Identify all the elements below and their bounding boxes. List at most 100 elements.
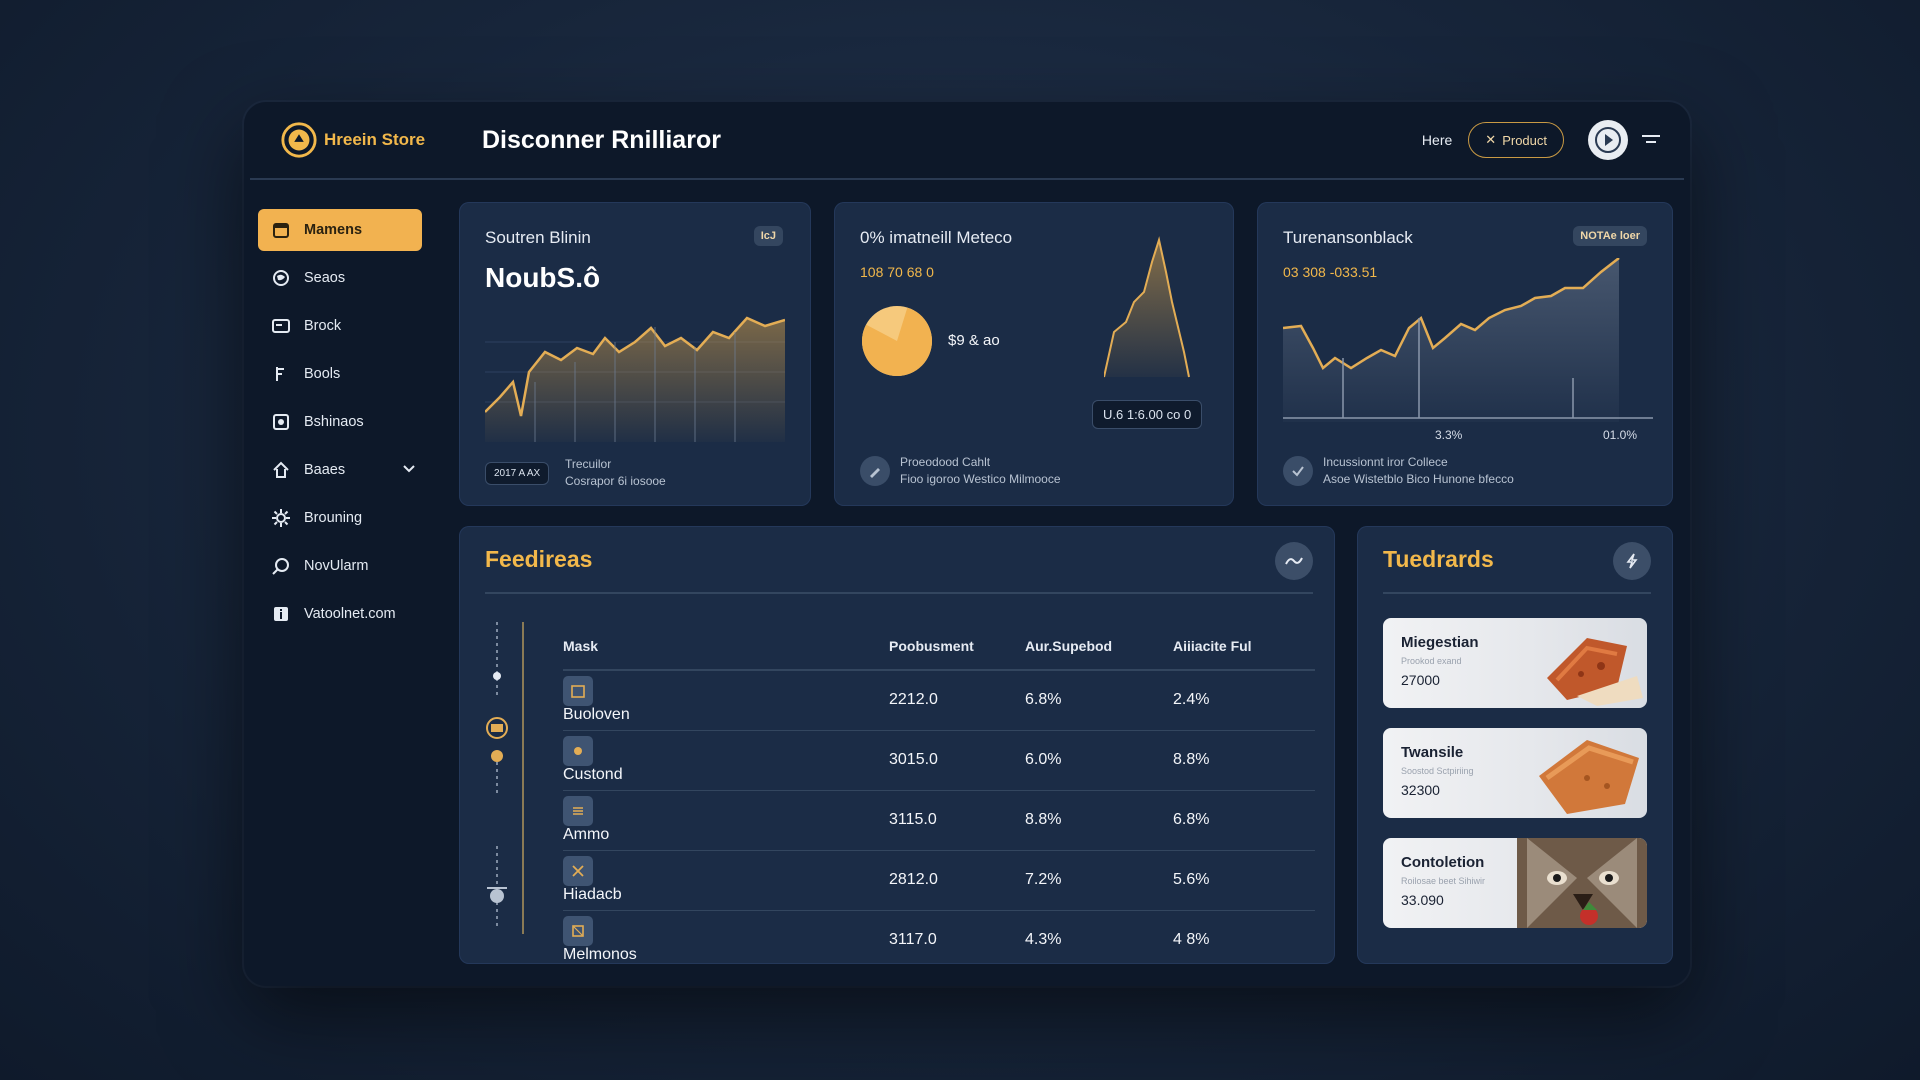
card-title: Soutren Blinin	[485, 228, 591, 247]
here-link[interactable]: Here	[1422, 132, 1452, 148]
card-icon	[270, 315, 292, 337]
peak-chart	[1104, 236, 1190, 378]
column-header[interactable]: Aiiiacite Ful	[1173, 622, 1315, 671]
sidebar-item-brouning[interactable]: Brouning	[258, 497, 422, 539]
trend-price: 27000	[1401, 672, 1440, 688]
globe-icon	[270, 267, 292, 289]
x-axis-label: 01.0%	[1603, 428, 1638, 442]
column-header[interactable]: Poobusment	[889, 622, 1025, 671]
sidebar-item-label: Vatoolnet.com	[304, 606, 396, 622]
close-icon: ✕	[1485, 132, 1497, 147]
card-footer: Trecuilor Cosrapor 6i iosooe	[565, 456, 666, 490]
camera-icon	[270, 411, 292, 433]
play-circle-icon	[1595, 127, 1621, 153]
animal-image	[1517, 838, 1647, 928]
trend-item[interactable]: Twansile Soostod Sctpiriing 32300	[1383, 728, 1647, 818]
row-value: 7.2%	[1025, 850, 1173, 911]
sidebar-item-vatoolnet[interactable]: Vatoolnet.com	[258, 593, 422, 635]
trend-toggle-button[interactable]	[1275, 542, 1313, 580]
list-icon	[563, 796, 593, 826]
sidebar-item-label: Baaes	[304, 462, 346, 478]
card-value: NoubS.ô	[485, 262, 601, 293]
gear-icon	[270, 507, 292, 529]
sidebar-item-seaos[interactable]: Seaos	[258, 257, 422, 299]
trend-price: 33.090	[1401, 892, 1444, 908]
column-header[interactable]: Mask	[563, 622, 889, 671]
footer-line-2: Asoe Wistetblo Bico Hunone bfecco	[1323, 472, 1514, 486]
trend-name: Contoletion	[1401, 854, 1485, 871]
row-value: 3117.0	[889, 931, 937, 949]
sidebar-item-label: Brouning	[304, 510, 363, 526]
feed-panel: Feedireas Mask Poobusment Aur.Supebod Ai…	[459, 526, 1335, 964]
row-name: Hiadacb	[563, 886, 622, 903]
card-chip[interactable]: 2017 A AX	[485, 462, 550, 485]
footer-line-2: Fioo igoroo Westico Milmooce	[900, 472, 1061, 486]
table-row[interactable]: Buoloven 2212.0 6.8% 2.4%	[563, 670, 1315, 731]
column-header[interactable]: Aur.Supebod	[1025, 622, 1173, 671]
wave-icon	[1285, 557, 1303, 565]
divider	[485, 592, 1313, 594]
tool-icon	[270, 363, 292, 385]
section-title: Tuedrards	[1383, 546, 1494, 572]
row-value: 4.3%	[1025, 931, 1062, 949]
stat-card-3[interactable]: Turenansonblack NOTAe loer 03 308 -033.5…	[1257, 202, 1673, 506]
feed-table: Mask Poobusment Aur.Supebod Aiiiacite Fu…	[563, 622, 1315, 970]
row-value: 6.8%	[1173, 790, 1315, 851]
app-window: Hreein Store Disconner Rnilliaror Here ✕…	[244, 102, 1690, 986]
card-title: 0% imatneill Meteco	[860, 228, 1013, 247]
card-badge[interactable]: IcJ	[753, 226, 783, 246]
row-name: Custond	[563, 766, 623, 783]
table-row[interactable]: Hiadacb 2812.0 7.2% 5.6%	[563, 850, 1315, 911]
trend-item[interactable]: Miegestian Prookod exand 27000	[1383, 618, 1647, 708]
sidebar-item-brock[interactable]: Brock	[258, 305, 422, 347]
calendar-icon	[270, 219, 292, 241]
pie-chart	[862, 306, 932, 376]
card-badge[interactable]: NOTAe loer	[1573, 226, 1647, 246]
sidebar-item-baaes[interactable]: Baaes	[258, 449, 422, 491]
sidebar-item-mamens[interactable]: Mamens	[258, 209, 422, 251]
sidebar-item-label: Bshinaos	[304, 414, 364, 430]
footer-line-1: Incussionnt iror Collece	[1323, 455, 1448, 469]
pen-icon	[860, 456, 890, 486]
stat-card-2[interactable]: 0% imatneill Meteco 108 70 68 0 $9 & ao …	[834, 202, 1234, 506]
check-icon	[1283, 456, 1313, 486]
food-image	[1539, 740, 1639, 814]
row-name: Ammo	[563, 826, 610, 843]
table-row[interactable]: Melmonos 3117.0 4.3% 4 8%	[563, 910, 1315, 970]
row-name: Buoloven	[563, 706, 630, 724]
edit-button[interactable]	[1613, 542, 1651, 580]
footer-line-1: Trecuilor	[565, 457, 612, 471]
stat-card-1[interactable]: Soutren Blinin IcJ NoubS.ô 2017 A AX Tre…	[459, 202, 811, 506]
brand[interactable]: Hreein Store	[280, 121, 460, 159]
sun-icon	[563, 736, 593, 766]
sidebar-item-novularm[interactable]: NovUlarm	[258, 545, 422, 587]
chevron-down-icon[interactable]	[402, 462, 416, 478]
trend-item[interactable]: Contoletion Roilosae beet Sihiwir 33.090	[1383, 838, 1647, 928]
row-name: Melmonos	[563, 946, 637, 964]
search-icon	[270, 555, 292, 577]
product-button[interactable]: ✕ Product	[1468, 122, 1564, 158]
brand-logo-icon	[281, 122, 317, 158]
section-title: Feedireas	[485, 546, 593, 572]
table-row[interactable]: Ammo 3115.0 8.8% 6.8%	[563, 790, 1315, 851]
row-value: 8.8%	[1025, 790, 1173, 851]
box-icon	[563, 916, 593, 947]
card-chip[interactable]: U.6 1:6.00 co 0	[1092, 400, 1203, 429]
menu-icon[interactable]	[1642, 133, 1660, 147]
page-title: Disconner Rnilliaror	[482, 125, 721, 154]
sidebar-item-label: Mamens	[304, 222, 363, 238]
card-title: Turenansonblack	[1283, 228, 1413, 247]
top-bar: Hreein Store Disconner Rnilliaror Here ✕…	[250, 102, 1684, 180]
bolt-icon	[1626, 553, 1638, 569]
home-icon	[270, 459, 292, 481]
trend-name: Twansile	[1401, 744, 1464, 761]
avatar[interactable]	[1588, 120, 1628, 160]
row-value: 3015.0	[889, 730, 1025, 791]
row-value: 6.8%	[1025, 670, 1173, 731]
sidebar-item-bshinaos[interactable]: Bshinaos	[258, 401, 422, 443]
brand-name: Hreein Store	[324, 130, 426, 149]
sidebar-item-label: NovUlarm	[304, 558, 369, 574]
row-value: 5.6%	[1173, 850, 1315, 911]
table-row[interactable]: Custond 3015.0 6.0% 8.8%	[563, 730, 1315, 791]
sidebar-item-bools[interactable]: Bools	[258, 353, 422, 395]
